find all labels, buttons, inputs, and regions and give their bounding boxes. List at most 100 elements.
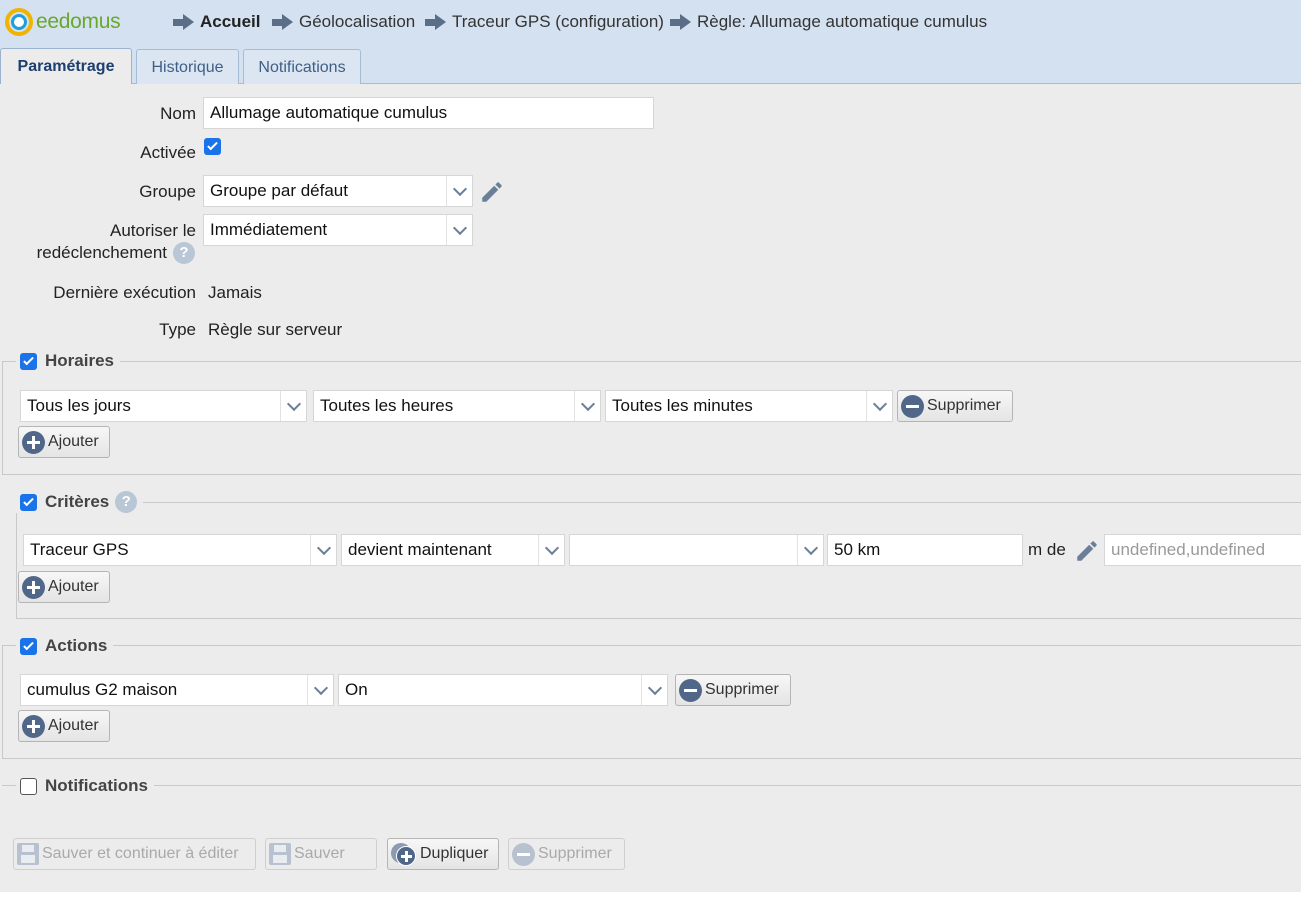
groupe-label: Groupe xyxy=(139,182,196,201)
activee-label: Activée xyxy=(140,143,196,162)
button-label: Supprimer xyxy=(538,845,612,862)
redeclenchement-select[interactable]: Immédiatement xyxy=(203,214,473,246)
coordinates-input[interactable]: undefined,undefined xyxy=(1104,534,1301,566)
minus-circle-icon xyxy=(512,842,535,866)
criteres-checkbox[interactable] xyxy=(20,493,37,511)
horaires-heures-value: Toutes les heures xyxy=(320,396,454,415)
activee-checkbox[interactable] xyxy=(204,138,221,155)
redeclenchement-value: Immédiatement xyxy=(210,220,328,239)
criteres-condition-value: devient maintenant xyxy=(348,540,492,559)
criteres-value-select[interactable] xyxy=(569,534,824,566)
tab-historique[interactable]: Historique xyxy=(136,49,239,85)
horaires-supprimer-button[interactable]: Supprimer xyxy=(897,390,1013,422)
save-continue-button[interactable]: Sauver et continuer à éditer xyxy=(13,838,256,870)
button-label: Sauver xyxy=(294,845,345,862)
actions-value-value: On xyxy=(345,680,368,699)
horaires-title: Horaires xyxy=(45,351,114,370)
button-label: Supprimer xyxy=(705,681,779,698)
eedomus-logo[interactable]: eedomus xyxy=(5,7,121,37)
help-icon[interactable]: ? xyxy=(173,242,195,264)
top-bar: eedomus Accueil Géolocalisation Traceur … xyxy=(0,0,1301,45)
criteres-ajouter-button[interactable]: Ajouter xyxy=(18,571,110,603)
tab-notifications[interactable]: Notifications xyxy=(243,49,361,85)
select-arrow xyxy=(280,391,306,421)
select-arrow xyxy=(310,535,336,565)
select-arrow xyxy=(538,535,564,565)
button-label: Ajouter xyxy=(48,578,99,595)
distance-input[interactable]: 50 km xyxy=(827,534,1023,566)
horaires-jours-value: Tous les jours xyxy=(27,396,131,415)
button-label: Dupliquer xyxy=(420,845,489,862)
logo-ring-icon xyxy=(5,8,33,36)
horaires-checkbox[interactable] xyxy=(20,352,37,370)
minus-circle-icon xyxy=(901,394,924,418)
pencil-icon[interactable] xyxy=(1074,538,1100,564)
breadcrumb-traceur-gps[interactable]: Traceur GPS (configuration) xyxy=(425,12,664,32)
derniere-execution-value: Jamais xyxy=(208,283,262,302)
delete-button[interactable]: Supprimer xyxy=(508,838,625,870)
notifications-checkbox[interactable] xyxy=(20,777,37,795)
button-label: Ajouter xyxy=(48,433,99,450)
actions-supprimer-button[interactable]: Supprimer xyxy=(675,674,791,706)
select-arrow xyxy=(797,535,823,565)
duplicate-button[interactable]: Dupliquer xyxy=(387,838,499,870)
actions-title: Actions xyxy=(45,636,108,655)
breadcrumb-geolocalisation[interactable]: Géolocalisation xyxy=(272,12,415,32)
criteres-title: Critères xyxy=(45,492,110,511)
actions-device-value: cumulus G2 maison xyxy=(27,680,178,699)
criteres-device-select[interactable]: Traceur GPS xyxy=(23,534,337,566)
select-arrow xyxy=(641,675,667,705)
chevron-down-icon xyxy=(452,220,467,235)
type-label: Type xyxy=(159,320,196,339)
chevron-down-icon xyxy=(544,540,559,555)
nom-input[interactable]: Allumage automatique cumulus xyxy=(203,97,654,129)
actions-checkbox[interactable] xyxy=(20,637,37,655)
check-icon xyxy=(23,639,34,650)
pencil-icon[interactable] xyxy=(479,179,505,205)
breadcrumb-label: Accueil xyxy=(200,12,261,31)
select-arrow xyxy=(446,176,472,206)
minus-circle-icon xyxy=(679,678,702,702)
nom-label: Nom xyxy=(160,104,196,123)
breadcrumb-label: Règle: Allumage automatique cumulus xyxy=(697,12,988,31)
check-icon xyxy=(23,495,34,506)
help-icon[interactable]: ? xyxy=(115,491,138,513)
plus-circle-icon xyxy=(22,575,45,599)
button-label: Sauver et continuer à éditer xyxy=(42,845,239,862)
select-arrow xyxy=(574,391,600,421)
chevron-down-icon xyxy=(580,396,595,411)
chevron-down-icon xyxy=(452,181,467,196)
plus-circle-icon xyxy=(22,714,45,738)
actions-device-select[interactable]: cumulus G2 maison xyxy=(20,674,334,706)
criteres-condition-select[interactable]: devient maintenant xyxy=(341,534,565,566)
breadcrumb-accueil[interactable]: Accueil xyxy=(173,12,260,32)
floppy-icon xyxy=(269,843,291,865)
groupe-value: Groupe par défaut xyxy=(210,181,348,200)
chevron-down-icon xyxy=(872,396,887,411)
horaires-ajouter-button[interactable]: Ajouter xyxy=(18,426,110,458)
actions-value-select[interactable]: On xyxy=(338,674,668,706)
horaires-heures-select[interactable]: Toutes les heures xyxy=(313,390,601,422)
notifications-legend: Notifications xyxy=(16,776,154,796)
derniere-execution-label: Dernière exécution xyxy=(53,283,196,302)
redeclenchement-label-line2: redéclenchement xyxy=(36,243,167,262)
type-value: Règle sur serveur xyxy=(208,320,343,339)
actions-ajouter-button[interactable]: Ajouter xyxy=(18,710,110,742)
chevron-down-icon xyxy=(647,680,662,695)
horaires-minutes-select[interactable]: Toutes les minutes xyxy=(605,390,893,422)
tab-parametrage[interactable]: Paramétrage xyxy=(0,48,132,85)
horaires-legend: Horaires xyxy=(16,351,120,371)
floppy-icon xyxy=(17,843,39,865)
notifications-title: Notifications xyxy=(45,776,148,795)
actions-legend: Actions xyxy=(16,636,114,656)
arrow-right-icon xyxy=(272,14,294,30)
horaires-jours-select[interactable]: Tous les jours xyxy=(20,390,307,422)
arrow-right-icon xyxy=(425,14,447,30)
groupe-select[interactable]: Groupe par défaut xyxy=(203,175,473,207)
breadcrumb-regle: Règle: Allumage automatique cumulus xyxy=(670,12,987,32)
criteres-legend: Critères ? xyxy=(16,491,144,513)
redeclenchement-label-line1: Autoriser le xyxy=(110,221,196,240)
save-button[interactable]: Sauver xyxy=(265,838,377,870)
breadcrumb-label: Traceur GPS (configuration) xyxy=(452,12,664,31)
brand-name: eedomus xyxy=(36,10,121,33)
